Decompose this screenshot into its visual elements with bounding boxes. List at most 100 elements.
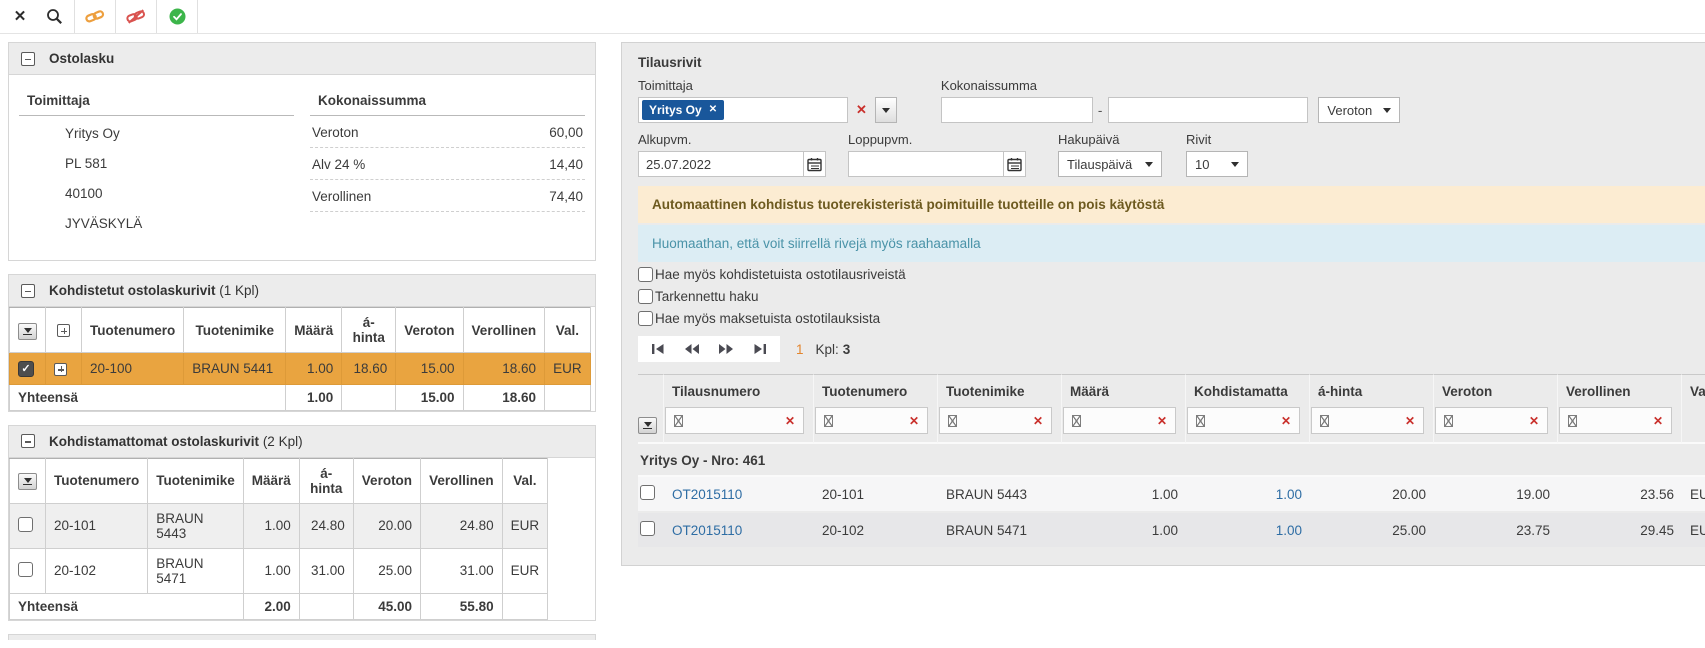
approve-check-icon[interactable] (167, 5, 187, 29)
cell-ahinta: 31.00 (299, 548, 353, 593)
row-select-cell (638, 513, 664, 549)
last-page-icon[interactable] (748, 341, 772, 357)
col-header-tuotenumero: Tuotenumero (814, 374, 938, 404)
unchecked-checkbox[interactable] (18, 562, 33, 577)
hakupaiva-select[interactable]: Tilauspäivä (1058, 151, 1162, 177)
unlink-icon[interactable] (126, 5, 146, 29)
alkupvm-input[interactable] (638, 151, 804, 177)
kokonaissumma-min-input[interactable] (941, 97, 1093, 123)
order-number-link[interactable]: OT2015110 (672, 523, 742, 538)
expand-row-icon[interactable] (54, 363, 67, 376)
tag-remove-icon[interactable]: ✕ (709, 105, 717, 115)
filter-cell-tuotenumero: ✕ (814, 404, 938, 444)
footer-empty (342, 384, 396, 410)
unchecked-checkbox[interactable] (640, 485, 655, 500)
column-filter-input[interactable]: ✕ (1063, 407, 1176, 434)
kokonaissumma-filter: Kokonaissumma - Veroton (941, 78, 1401, 123)
triangle-down-icon (24, 478, 32, 483)
select-all-dropdown-icon[interactable] (638, 417, 657, 434)
cell-tuotenimike: BRAUN 5443 (148, 503, 244, 548)
expand-all-icon[interactable] (57, 324, 70, 337)
clear-filter-icon[interactable]: ✕ (1281, 415, 1291, 427)
cell-verollinen: 18.60 (463, 353, 545, 385)
column-filter-input[interactable]: ✕ (1187, 407, 1300, 434)
col-header-ahinta: á-hinta (1310, 374, 1434, 404)
col-header-tuotenimike: Tuotenimike (148, 458, 244, 503)
cell-tuotenumero: 20-101 (814, 477, 938, 513)
col-header-verollinen: Verollinen (463, 308, 545, 353)
calendar-icon[interactable] (804, 151, 826, 177)
filter-glyph-icon (674, 415, 683, 427)
toimittaja-section: Toimittaja Yritys Oy PL 581 40100 JYVÄSK… (19, 87, 294, 236)
table-footer-row: Yhteensä 2.00 45.00 55.80 (10, 593, 548, 619)
clear-supplier-icon[interactable]: ✕ (848, 102, 875, 118)
kokonaissumma-type-select[interactable]: Veroton (1318, 97, 1400, 123)
summary-label: Verollinen (312, 189, 371, 204)
unchecked-checkbox[interactable] (640, 521, 655, 536)
collapse-icon[interactable] (21, 434, 35, 448)
option-checkbox[interactable] (638, 289, 653, 304)
loppupvm-input[interactable] (848, 151, 1004, 177)
select-all-dropdown-icon[interactable] (18, 323, 37, 340)
kpl-label: Kpl: (816, 342, 839, 357)
column-filter-input[interactable]: ✕ (665, 407, 804, 434)
select-value: Tilauspäivä (1067, 157, 1132, 172)
panel-kohdistetut-header: Kohdistetut ostolaskurivit (1 Kpl) (9, 275, 595, 307)
option-checkbox[interactable] (638, 311, 653, 326)
panel-title-text: Kohdistetut ostolaskurivit (49, 283, 216, 298)
expand-all-cell (46, 308, 82, 353)
cell-kohdistamatta[interactable]: 1.00 (1186, 477, 1310, 513)
col-header-ahinta: á-hinta (342, 308, 396, 353)
filter-row-2: Alkupvm. Loppupvm. (638, 132, 1705, 177)
clear-filter-icon[interactable]: ✕ (909, 415, 919, 427)
filter-glyph-icon (1568, 415, 1577, 427)
footer-label: Yhteensä (10, 593, 244, 619)
collapse-icon[interactable] (21, 52, 35, 66)
table-row: ✓ 20-100 BRAUN 5441 1.00 18.60 15.00 18.… (10, 353, 591, 385)
close-icon[interactable]: ✕ (10, 5, 30, 29)
pagination-buttons (638, 336, 780, 362)
kohdistamattomat-table: Tuotenumero Tuotenimike Määrä á-hinta Ve… (9, 458, 548, 620)
option-row: Hae myös maksetuista ostotilauksista (638, 308, 1705, 329)
cell-tuotenumero: 20-102 (814, 513, 938, 549)
summary-row: Alv 24 % 14,40 (310, 149, 585, 180)
filter-cell-tilausnumero: ✕ (664, 404, 814, 444)
clear-filter-icon[interactable]: ✕ (785, 415, 795, 427)
select-value: Veroton (1327, 103, 1372, 118)
toimittaja-multiselect[interactable]: Yritys Oy✕ (638, 97, 848, 123)
supplier-name: Yritys Oy (19, 121, 294, 146)
select-all-dropdown-icon[interactable] (18, 473, 37, 490)
kokonaissumma-max-input[interactable] (1108, 97, 1308, 123)
cell-kohdistamatta[interactable]: 1.00 (1186, 513, 1310, 549)
cell-tilausnumero: OT2015110 (664, 513, 814, 549)
col-header-tilausnumero: Tilausnumero (664, 374, 814, 404)
link-icon[interactable] (85, 5, 105, 29)
rivit-select[interactable]: 10 (1186, 151, 1248, 177)
checked-checkbox[interactable]: ✓ (18, 361, 34, 377)
search-icon[interactable] (44, 5, 64, 29)
calendar-icon[interactable] (1004, 151, 1026, 177)
supplier-dropdown-button[interactable] (875, 97, 897, 123)
clear-filter-icon[interactable]: ✕ (1405, 415, 1415, 427)
column-filter-input[interactable]: ✕ (1311, 407, 1424, 434)
collapse-icon[interactable] (21, 284, 35, 298)
first-page-icon[interactable] (646, 341, 670, 357)
current-page[interactable]: 1 (796, 342, 804, 357)
order-number-link[interactable]: OT2015110 (672, 487, 742, 502)
select-value: 10 (1195, 157, 1209, 172)
clear-filter-icon[interactable]: ✕ (1653, 415, 1663, 427)
clear-filter-icon[interactable]: ✕ (1157, 415, 1167, 427)
unchecked-checkbox[interactable] (18, 517, 33, 532)
column-filter-input[interactable]: ✕ (939, 407, 1052, 434)
column-filter-input[interactable]: ✕ (1435, 407, 1548, 434)
toimittaja-filter: Toimittaja Yritys Oy✕ ✕ (638, 78, 897, 123)
column-filter-input[interactable]: ✕ (815, 407, 928, 434)
column-filter-input[interactable]: ✕ (1559, 407, 1672, 434)
cell-verollinen: 23.56 (1558, 477, 1682, 513)
next-page-icon[interactable] (714, 341, 738, 357)
option-checkbox[interactable] (638, 267, 653, 282)
clear-filter-icon[interactable]: ✕ (1033, 415, 1043, 427)
clear-filter-icon[interactable]: ✕ (1529, 415, 1539, 427)
cell-ahinta: 18.60 (342, 353, 396, 385)
previous-page-icon[interactable] (680, 341, 704, 357)
